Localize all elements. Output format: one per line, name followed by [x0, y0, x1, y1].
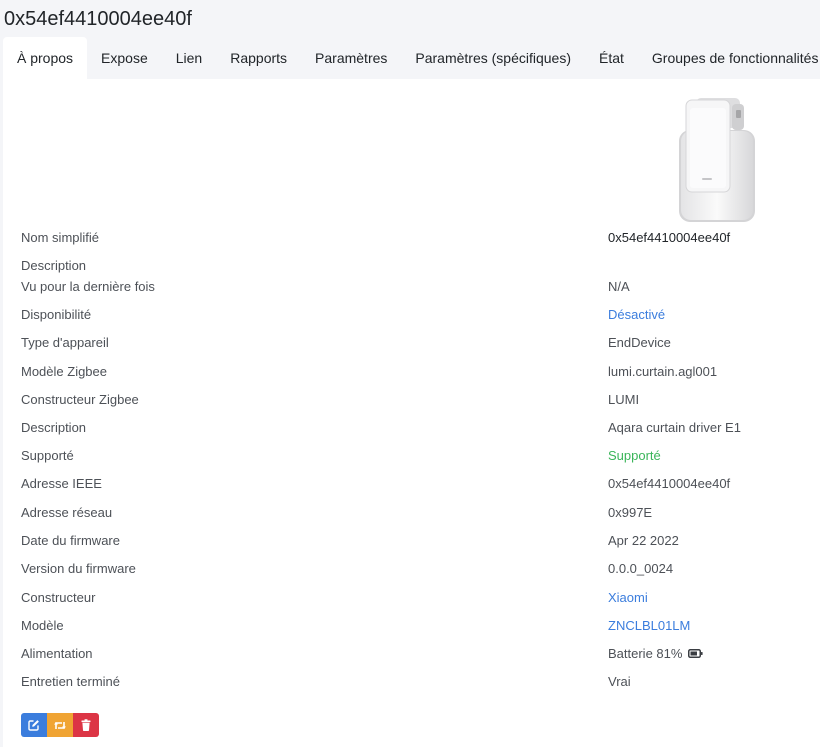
model-link[interactable]: ZNCLBL01LM: [608, 616, 690, 636]
retweet-icon: [54, 721, 66, 729]
info-row: Adresse réseau 0x997E: [21, 503, 811, 523]
tab-exposes[interactable]: Expose: [87, 37, 162, 79]
tab-settings[interactable]: Paramètres: [301, 37, 401, 79]
interview-completed-label: Entretien terminé: [21, 674, 120, 689]
availability-link[interactable]: Désactivé: [608, 305, 665, 325]
info-row: Description: [21, 256, 811, 276]
info-row: Vu pour la dernière fois N/A: [21, 277, 811, 297]
device-actions: [21, 713, 99, 737]
network-address-label: Adresse réseau: [21, 505, 113, 520]
network-address-value: 0x997E: [608, 505, 653, 520]
friendly-name-value: 0x54ef4410004ee40f: [608, 230, 731, 245]
device-image: [679, 98, 755, 222]
supported-status: Supporté: [608, 448, 661, 463]
supported-label: Supporté: [21, 448, 74, 463]
tab-settings-specific[interactable]: Paramètres (spécifiques): [401, 37, 585, 79]
edit-button[interactable]: [21, 713, 47, 737]
pencil-square-icon: [28, 720, 39, 731]
device-type-value: EndDevice: [608, 335, 671, 350]
device-type-label: Type d'appareil: [21, 335, 109, 350]
interview-completed-value: Vrai: [608, 674, 631, 689]
remove-button[interactable]: [73, 713, 99, 737]
zigbee-manufacturer-value: LUMI: [608, 392, 640, 407]
manufacturer-link[interactable]: Xiaomi: [608, 588, 648, 608]
firmware-date-value: Apr 22 2022: [608, 533, 679, 548]
info-row: Alimentation Batterie 81%: [21, 644, 811, 664]
battery-icon: [688, 649, 704, 659]
power-source-value: Batterie 81%: [608, 646, 683, 661]
friendly-name-label: Nom simplifié: [21, 230, 100, 245]
description-label: Description: [21, 258, 87, 273]
firmware-version-value: 0.0.0_0024: [608, 561, 674, 576]
trash-icon: [81, 719, 91, 731]
info-row: Entretien terminé Vrai: [21, 672, 811, 692]
firmware-version-label: Version du firmware: [21, 561, 136, 576]
page-title: 0x54ef4410004ee40f: [4, 8, 192, 30]
info-row: Disponibilité Désactivé: [21, 305, 811, 325]
last-seen-value: N/A: [608, 279, 630, 294]
manufacturer-label: Constructeur: [21, 590, 96, 605]
ieee-address-label: Adresse IEEE: [21, 476, 102, 491]
info-row: Version du firmware 0.0.0_0024: [21, 559, 811, 579]
info-row: Type d'appareil EndDevice: [21, 333, 811, 353]
availability-label: Disponibilité: [21, 307, 92, 322]
last-seen-label: Vu pour la dernière fois: [21, 279, 155, 294]
zigbee-model-label: Modèle Zigbee: [21, 364, 107, 379]
power-source-label: Alimentation: [21, 646, 93, 661]
tab-about[interactable]: À propos: [3, 37, 88, 79]
model-label: Modèle: [21, 618, 64, 633]
ieee-address-value: 0x54ef4410004ee40f: [608, 476, 731, 491]
model-description-value: Aqara curtain driver E1: [608, 420, 741, 435]
zigbee-model-value: lumi.curtain.agl001: [608, 364, 718, 379]
tab-reporting[interactable]: Rapports: [216, 37, 301, 79]
model-description-label: Description: [21, 420, 87, 435]
info-row: Nom simplifié 0x54ef4410004ee40f: [21, 228, 811, 248]
info-row: Modèle ZNCLBL01LM: [21, 616, 811, 636]
firmware-date-label: Date du firmware: [21, 533, 120, 548]
info-row: Modèle Zigbee lumi.curtain.agl001: [21, 362, 811, 382]
info-row: Date du firmware Apr 22 2022: [21, 531, 811, 551]
tab-state[interactable]: État: [585, 37, 638, 79]
info-row: Description Aqara curtain driver E1: [21, 418, 811, 438]
power-source-cell: Batterie 81%: [608, 644, 704, 664]
interview-button[interactable]: [47, 713, 73, 737]
info-row: Adresse IEEE 0x54ef4410004ee40f: [21, 474, 811, 494]
tab-feature-groups[interactable]: Groupes de fonctionnalités: [638, 37, 820, 79]
info-row: Constructeur Zigbee LUMI: [21, 390, 811, 410]
info-row: Supporté Supporté: [21, 446, 811, 466]
info-row: Constructeur Xiaomi: [21, 588, 811, 608]
device-tabs: À propos Expose Lien Rapports Paramètres…: [3, 37, 820, 79]
tab-bind[interactable]: Lien: [162, 37, 216, 79]
zigbee-manufacturer-label: Constructeur Zigbee: [21, 392, 139, 407]
